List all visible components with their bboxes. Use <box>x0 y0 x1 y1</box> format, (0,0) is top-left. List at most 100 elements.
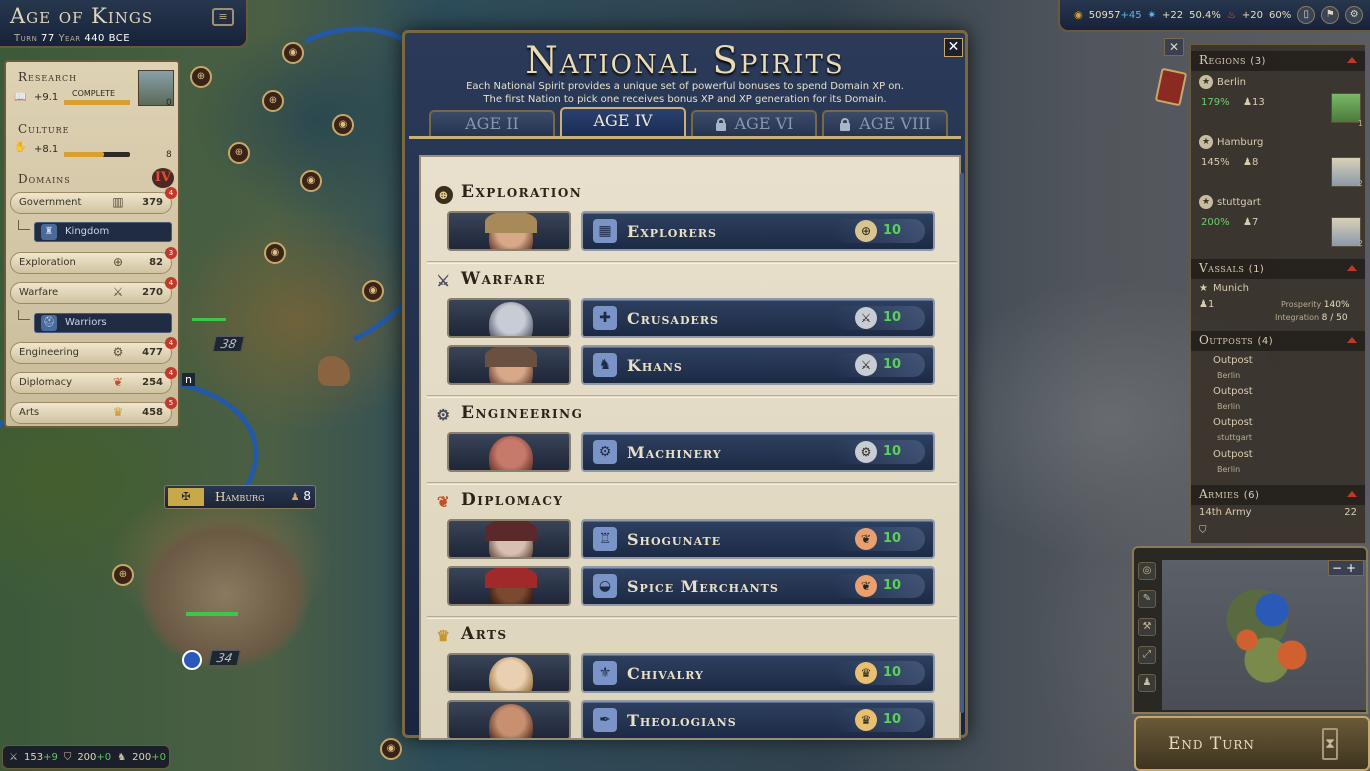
vassals-header[interactable]: Vassals (1) <box>1199 261 1264 275</box>
region-thumbnail[interactable] <box>1331 157 1361 187</box>
outposts-header[interactable]: Outposts (4) <box>1199 333 1273 347</box>
map-resource-icon[interactable]: ⊕ <box>112 564 134 586</box>
minimap-zoom-controls[interactable]: −+ <box>1328 560 1364 576</box>
spirit-chivalry-button[interactable]: ⚜ Chivalry ♛ 10 <box>581 653 935 693</box>
spirit-theologians-button[interactable]: ✒ Theologians ♛ 10 <box>581 700 935 738</box>
city-banner-hamburg[interactable]: ✠ Hamburg ♟ 8 <box>164 485 316 509</box>
gear-icon: ⚙ <box>855 441 877 463</box>
domain-row-arts[interactable]: Arts ♛ 458 5 <box>10 397 177 424</box>
hammer-icon[interactable]: ⚒ <box>1138 618 1156 636</box>
portrait-chivalry[interactable] <box>447 653 571 693</box>
spirit-shogunate-button[interactable]: ♖ Shogunate ❦ 10 <box>581 519 935 559</box>
expand-icon[interactable]: ⤢ <box>1138 646 1156 664</box>
portrait-khans[interactable] <box>447 345 571 385</box>
map-resource-icon[interactable]: ◉ <box>264 242 286 264</box>
warfare-type-warriors[interactable]: ⛑ Warriors <box>34 313 172 333</box>
spirit-spice-merchants-button[interactable]: ◒ Spice Merchants ❦ 10 <box>581 566 935 606</box>
collapse-arrow-icon[interactable] <box>1347 265 1357 271</box>
spirit-name: Machinery <box>627 443 722 462</box>
outpost-name[interactable]: Outpost <box>1213 355 1253 366</box>
collapse-arrow-icon[interactable] <box>1347 57 1357 63</box>
close-dialog-button[interactable]: ✕ <box>944 38 963 57</box>
spirit-crusaders-button[interactable]: ✚ Crusaders ⚔ 10 <box>581 298 935 338</box>
outpost-name[interactable]: Outpost <box>1213 417 1253 428</box>
vassal-prosperity: Prosperity 140% <box>1281 300 1350 310</box>
collapse-arrow-icon[interactable] <box>1347 337 1357 343</box>
pencil-icon[interactable]: ✎ <box>1138 590 1156 608</box>
list-scrollbar[interactable] <box>960 173 964 713</box>
portrait-machinery[interactable] <box>447 432 571 472</box>
spirit-cost: ♛ 10 <box>833 661 925 685</box>
settings-gear-icon[interactable]: ⚙ <box>1345 6 1364 24</box>
collapse-arrow-icon[interactable] <box>1347 491 1357 497</box>
map-resource-icon[interactable]: ⊕ <box>228 142 250 164</box>
scroll-icon[interactable]: ≡ <box>212 8 234 26</box>
portrait-headwear <box>485 213 537 233</box>
pawn-icon[interactable]: ♟ <box>1138 674 1156 692</box>
armies-header[interactable]: Armies (6) <box>1199 487 1259 501</box>
domain-row-diplomacy[interactable]: Diplomacy ❦ 254 4 <box>10 367 177 394</box>
tab-age-viii[interactable]: AGE VIII <box>822 110 948 136</box>
spirits-list[interactable]: ⊕ Exploration ▦ Explorers ⊕ 10 ⚔ Warfare ✚ … <box>419 155 961 740</box>
integration-label: Integration <box>1275 313 1320 322</box>
science-icon: ✷ <box>1147 9 1157 21</box>
domain-row-engineering[interactable]: Engineering ⚙ 477 4 <box>10 337 177 364</box>
spirit-machinery-button[interactable]: ⚙ Machinery ⚙ 10 <box>581 432 935 472</box>
research-status: COMPLETE <box>72 89 116 98</box>
vassal-name[interactable]: Munich <box>1213 283 1249 294</box>
domain-row-exploration[interactable]: Exploration ⊕ 82 3 <box>10 247 177 274</box>
tab-label: AGE VIII <box>859 114 931 133</box>
lock-icon <box>715 118 727 131</box>
army-name[interactable]: 14th Army <box>1199 507 1252 518</box>
region-badge: 2 <box>1357 179 1363 188</box>
section-title: Vassals <box>1199 261 1245 275</box>
map-resource-icon[interactable]: ⊕ <box>262 90 284 112</box>
region-name[interactable]: Hamburg <box>1217 137 1263 148</box>
close-panel-button[interactable]: ✕ <box>1164 38 1184 56</box>
tab-age-vi[interactable]: AGE VI <box>691 110 817 136</box>
unit-strength-tag[interactable]: 34 <box>208 650 241 666</box>
section-count: (1) <box>1248 264 1265 275</box>
region-thumbnail[interactable] <box>1331 93 1361 123</box>
region-name[interactable]: Berlin <box>1217 77 1246 88</box>
globe-icon[interactable]: ◎ <box>1138 562 1156 580</box>
clipboard-icon[interactable]: ▯ <box>1297 6 1316 24</box>
map-resource-icon[interactable]: ◉ <box>380 738 402 760</box>
handshake-icon: ❦ <box>855 575 877 597</box>
culture-title[interactable]: Culture <box>18 122 70 136</box>
tab-age-ii[interactable]: AGE II <box>429 110 555 136</box>
region-thumbnail[interactable] <box>1331 217 1361 247</box>
end-turn-button[interactable]: End Turn ⧗ <box>1134 716 1370 771</box>
outpost-name[interactable]: Outpost <box>1213 449 1253 460</box>
unit-strength-tag[interactable]: 38 <box>212 336 245 352</box>
unit-shield-icon[interactable] <box>182 650 202 670</box>
regions-header[interactable]: Regions (3) <box>1199 53 1266 67</box>
portrait-explorers[interactable] <box>447 211 571 251</box>
domain-row-government[interactable]: Government ▥ 379 4 <box>10 187 177 214</box>
region-pop-value: 7 <box>1251 217 1259 228</box>
year-value: 440 BCE <box>84 33 131 44</box>
section-count: (3) <box>1250 56 1266 67</box>
spirit-khans-button[interactable]: ♞ Khans ⚔ 10 <box>581 345 935 385</box>
map-resource-icon[interactable]: ⊕ <box>190 66 212 88</box>
research-title[interactable]: Research <box>18 70 77 84</box>
portrait-theologians[interactable] <box>447 700 571 738</box>
map-resource-icon[interactable]: ◉ <box>362 280 384 302</box>
outpost-name[interactable]: Outpost <box>1213 386 1253 397</box>
government-type-kingdom[interactable]: ♜ Kingdom <box>34 222 172 242</box>
map-resource-icon[interactable]: ◉ <box>332 114 354 136</box>
flag-icon[interactable]: ⚑ <box>1321 6 1340 24</box>
portrait-crusaders[interactable] <box>447 298 571 338</box>
portrait-spice-merchants[interactable] <box>447 566 571 606</box>
minimap-view[interactable] <box>1162 560 1366 710</box>
map-resource-icon[interactable]: ◉ <box>282 42 304 64</box>
region-name[interactable]: stuttgart <box>1217 197 1261 208</box>
vassal-star-icon: ★ <box>1199 283 1208 294</box>
subtitle-line: Each National Spirit provides a unique s… <box>466 81 904 92</box>
spirit-explorers-button[interactable]: ▦ Explorers ⊕ 10 <box>581 211 935 251</box>
portrait-shogunate[interactable] <box>447 519 571 559</box>
map-resource-icon[interactable]: ◉ <box>300 170 322 192</box>
domain-row-warfare[interactable]: Warfare ⚔ 270 4 <box>10 277 177 304</box>
notification-badge: 5 <box>165 397 177 409</box>
tab-age-iv[interactable]: AGE IV <box>560 107 686 137</box>
